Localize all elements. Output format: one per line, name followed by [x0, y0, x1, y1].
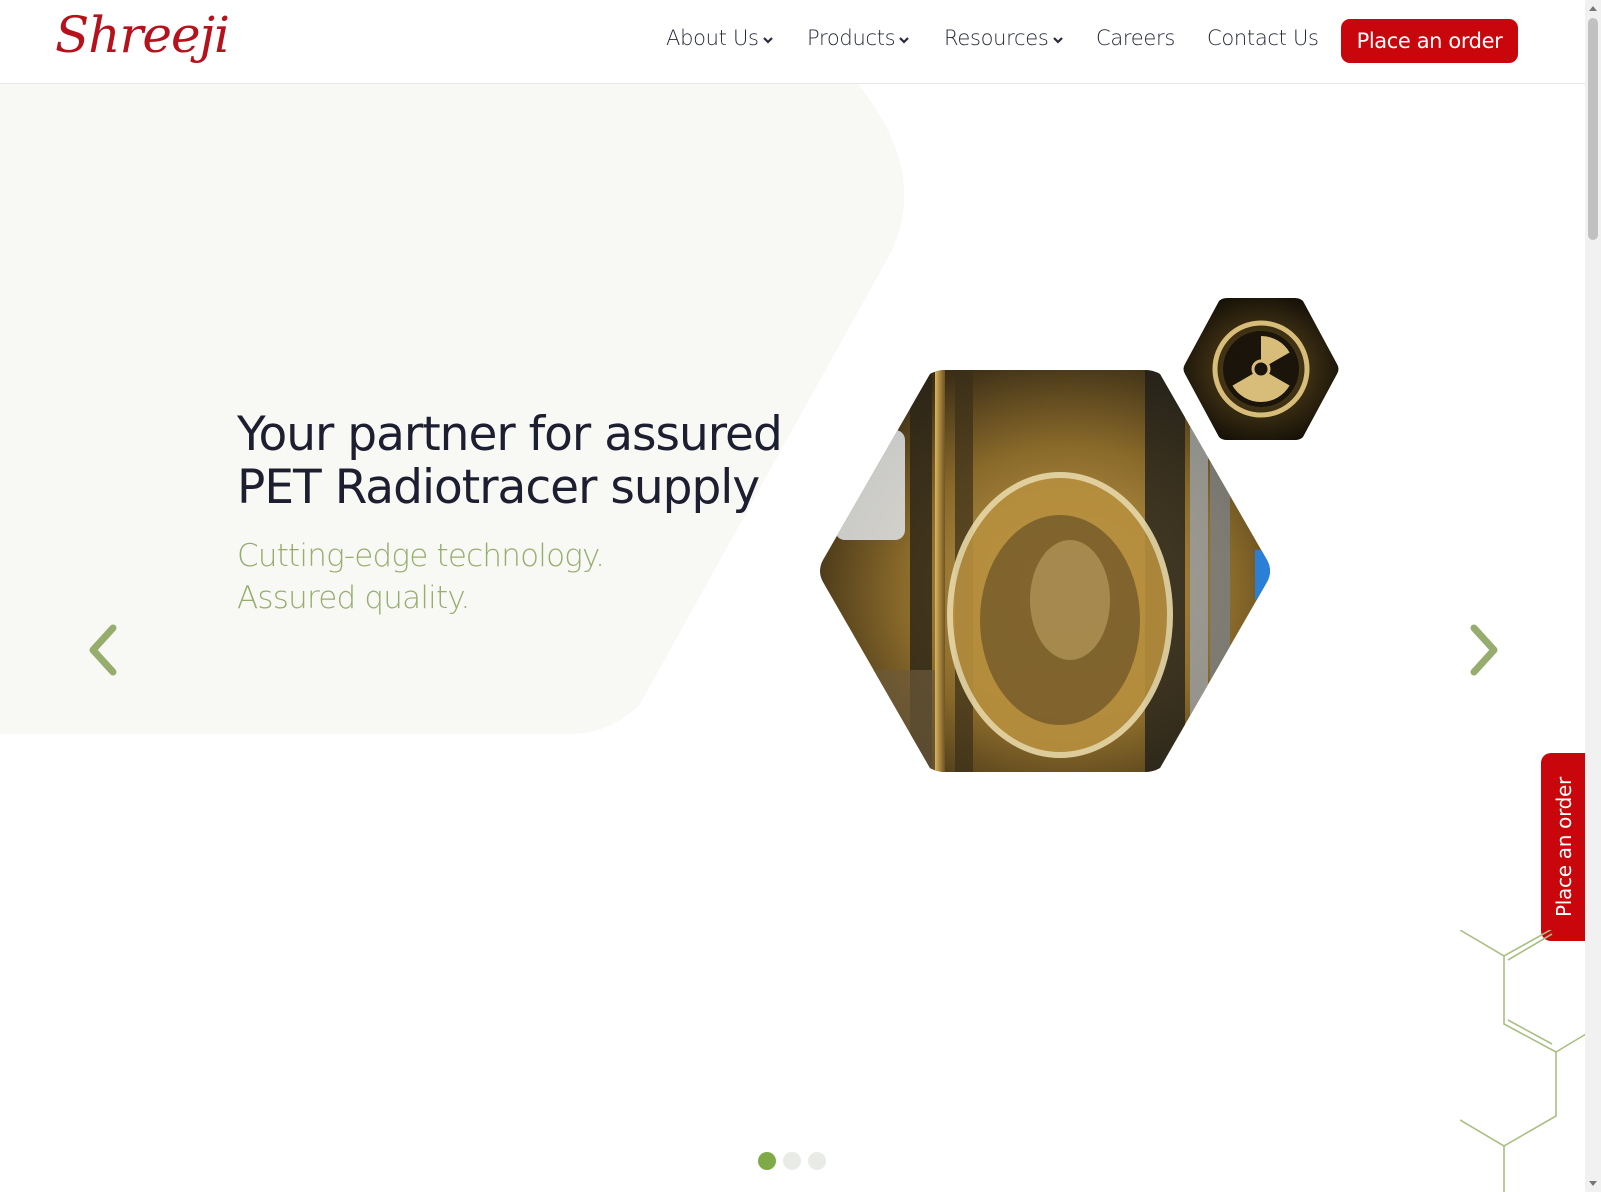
- nav-about-us[interactable]: About Us: [666, 26, 774, 50]
- side-place-order-label: Place an order: [1552, 777, 1577, 917]
- carousel-dot-2[interactable]: [783, 1152, 801, 1170]
- nav-careers-label: Careers: [1096, 26, 1176, 50]
- hero-headline-line-2: PET Radiotracer supply: [237, 460, 760, 515]
- hero-sub-line-1: Cutting-edge technology.: [237, 538, 605, 574]
- scrollbar-thumb[interactable]: [1588, 18, 1598, 240]
- carousel-dot-1[interactable]: [758, 1152, 776, 1170]
- nav-careers[interactable]: Careers: [1096, 26, 1175, 50]
- molecule-decoration: [1460, 930, 1586, 1192]
- nav-resources[interactable]: Resources: [944, 26, 1064, 50]
- carousel-prev-arrow[interactable]: [83, 622, 123, 678]
- hero-subheading: Cutting-edge technology. Assured quality…: [237, 535, 737, 619]
- nav-contact-us[interactable]: Contact Us: [1207, 26, 1319, 50]
- carousel-pagination: [758, 1152, 826, 1170]
- hero-headline: Your partner for assured PET Radiotracer…: [237, 408, 797, 514]
- hero-sub-line-2: Assured quality.: [237, 580, 470, 616]
- nav-products[interactable]: Products: [807, 26, 910, 50]
- scroll-down-icon[interactable]: [1589, 1181, 1597, 1186]
- hero-headline-line-1: Your partner for assured: [237, 407, 783, 462]
- chevron-down-icon: [762, 37, 773, 44]
- carousel-next-arrow[interactable]: [1464, 622, 1504, 678]
- side-place-order-tab[interactable]: Place an order: [1541, 753, 1587, 941]
- scroll-up-icon[interactable]: [1589, 6, 1597, 11]
- carousel-dot-3[interactable]: [808, 1152, 826, 1170]
- page-scrollbar[interactable]: [1585, 0, 1601, 1192]
- nav-products-label: Products: [807, 26, 896, 50]
- chevron-down-icon: [899, 37, 910, 44]
- place-order-button[interactable]: Place an order: [1341, 19, 1518, 63]
- site-header: Shreeji About Us Products Resources Care…: [0, 0, 1585, 84]
- nav-about-us-label: About Us: [666, 26, 759, 50]
- radiation-icon: [1183, 298, 1339, 440]
- nav-resources-label: Resources: [944, 26, 1049, 50]
- site-logo[interactable]: Shreeji: [55, 6, 230, 64]
- nav-contact-us-label: Contact Us: [1207, 26, 1319, 50]
- chevron-down-icon: [1052, 37, 1063, 44]
